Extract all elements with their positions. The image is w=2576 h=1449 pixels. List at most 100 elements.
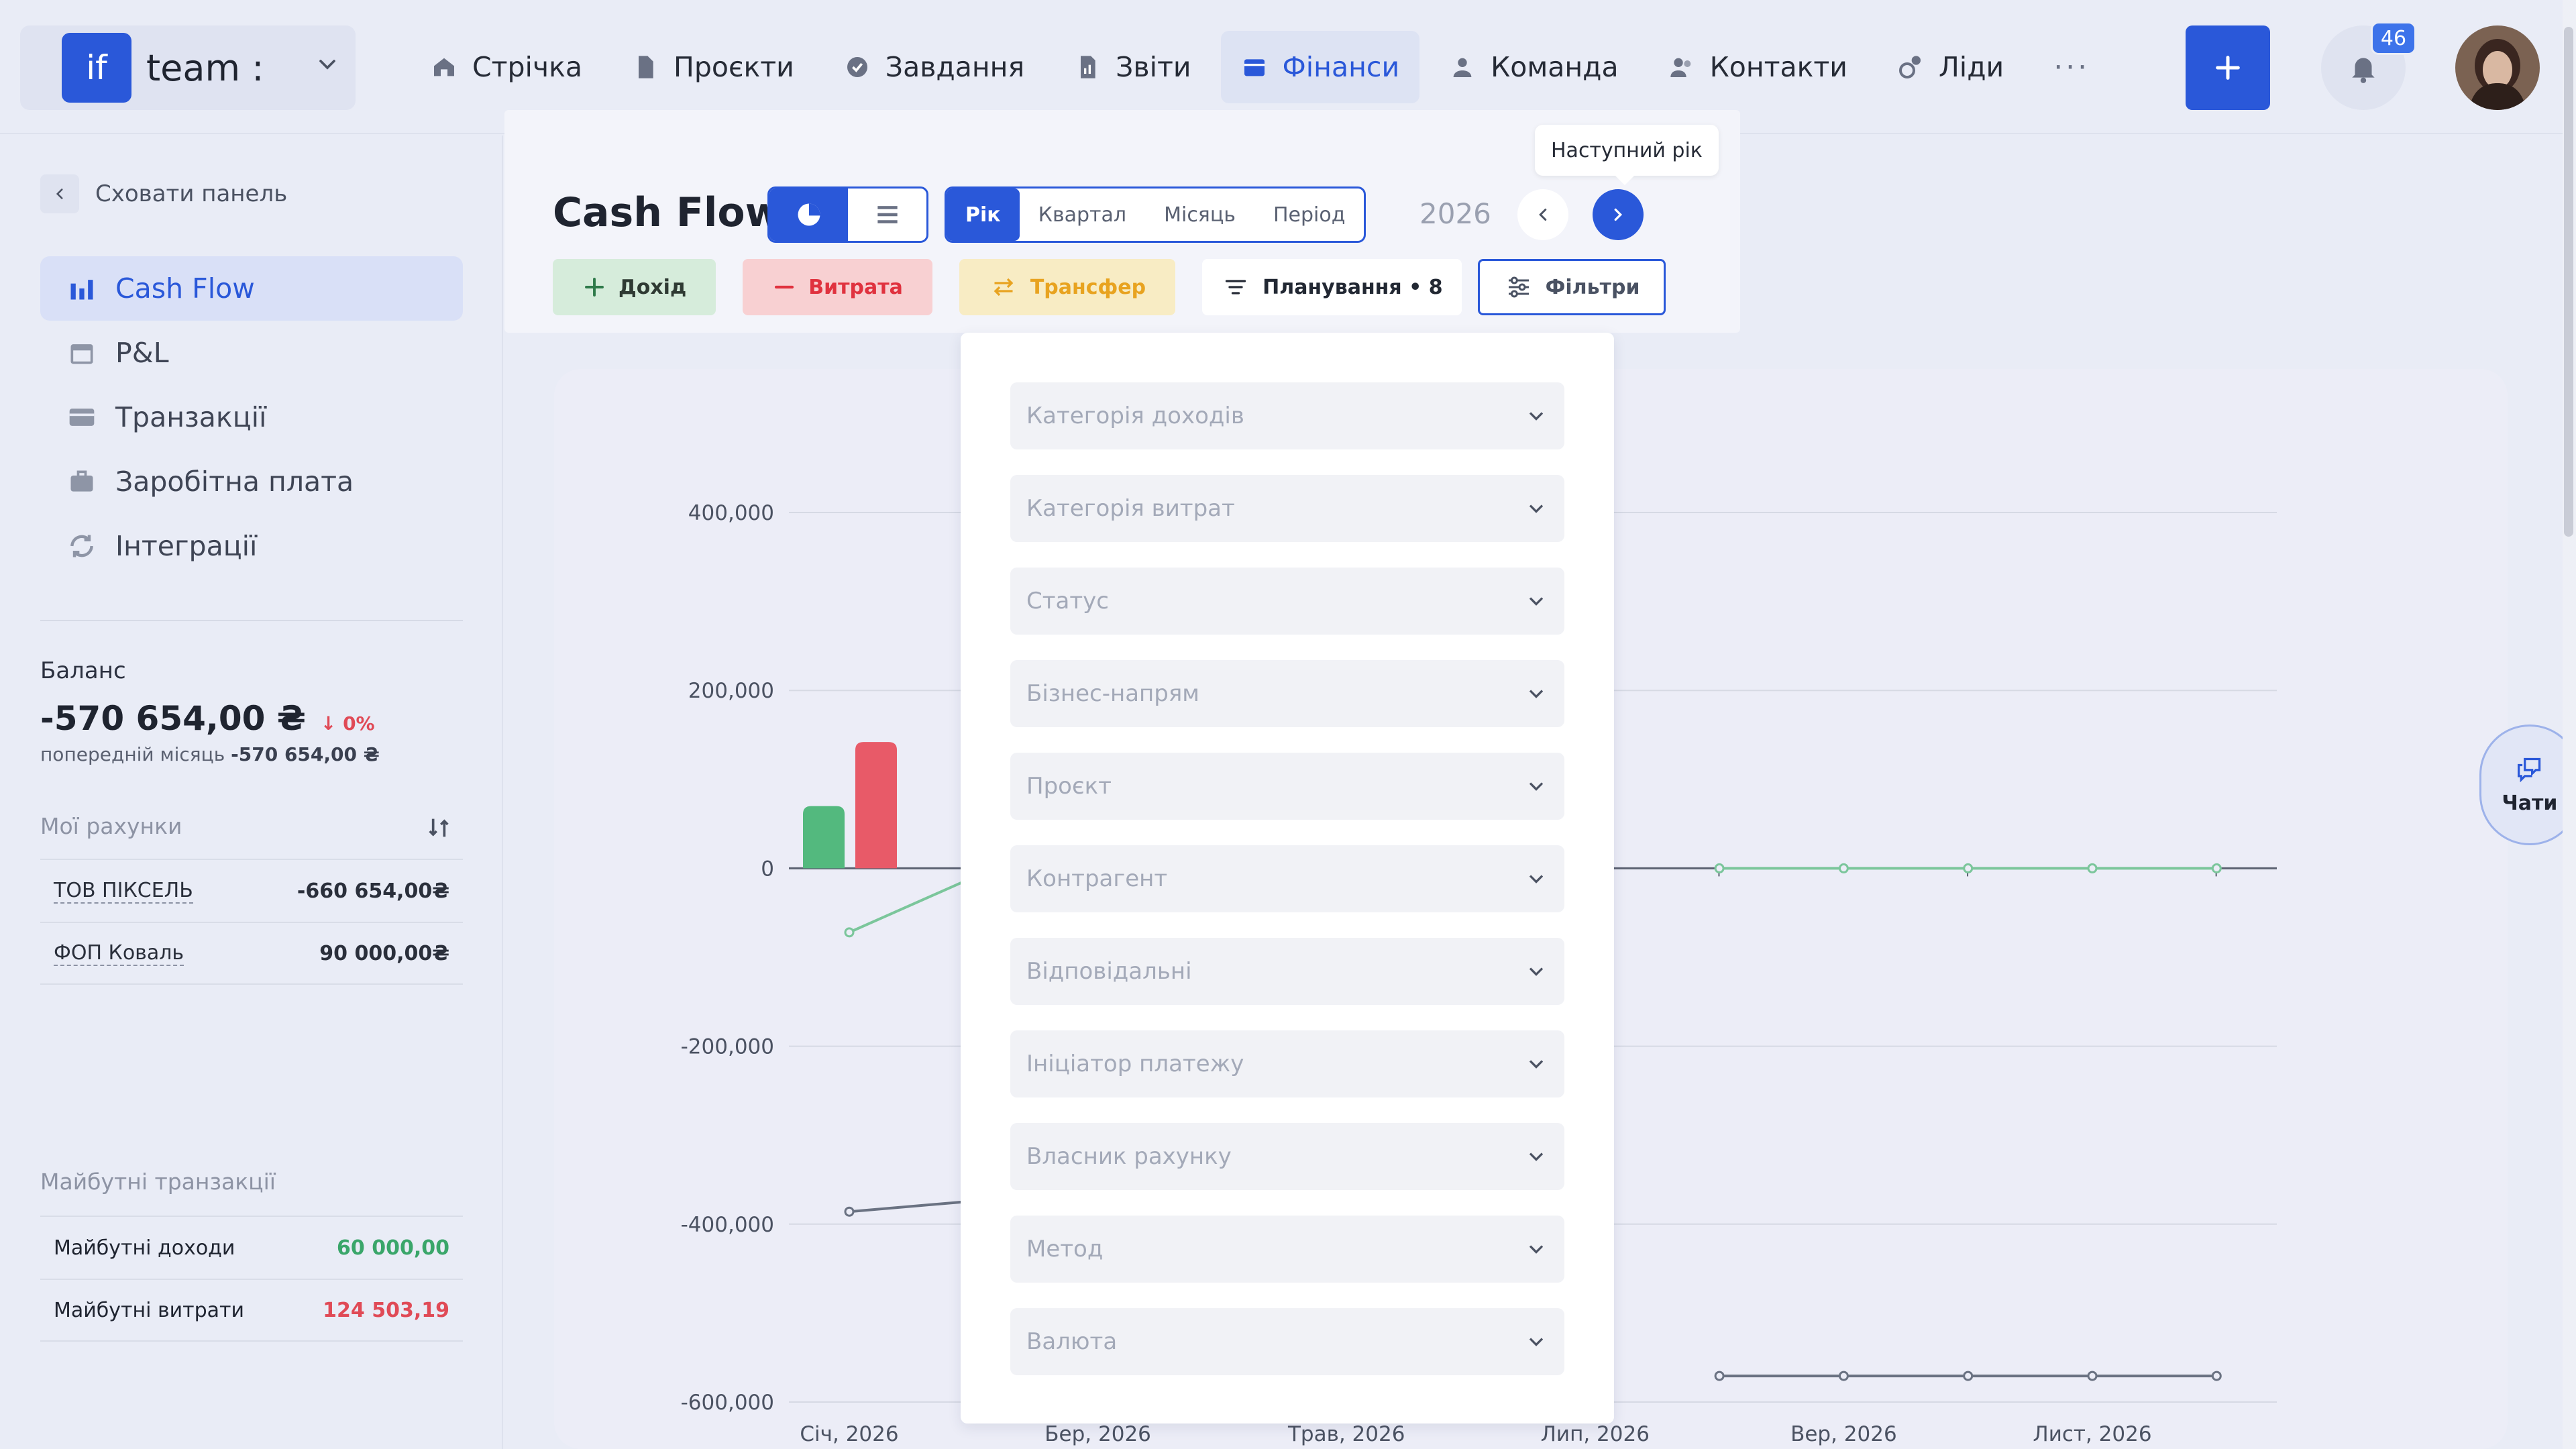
filter-currency[interactable]: Валюта — [1010, 1308, 1564, 1375]
planning-button[interactable]: Планування • 8 — [1202, 259, 1462, 315]
list-item[interactable]: ФОП Коваль 90 000,00₴ — [40, 922, 463, 985]
balance-title: Баланс — [40, 657, 126, 684]
period-selector: Рік Квартал Місяць Період — [945, 186, 1366, 243]
chevron-down-icon — [1524, 404, 1548, 428]
chats-label: Чати — [2502, 791, 2558, 815]
leads-icon — [1897, 54, 1939, 80]
previous-year-button[interactable] — [1517, 189, 1568, 240]
filters-label: Фільтри — [1545, 275, 1640, 299]
period-quarter-button[interactable]: Квартал — [1020, 189, 1145, 241]
list-item[interactable]: ТОВ ПІКСЕЛЬ -660 654,00₴ — [40, 859, 463, 922]
nav-item-contacts[interactable]: Контакти — [1648, 31, 1868, 103]
minus-icon — [772, 275, 808, 299]
filters-button[interactable]: Фільтри — [1477, 259, 1666, 315]
team-switcher[interactable]: if team : — [20, 25, 356, 110]
nav-item-feed[interactable]: Стрічка — [411, 31, 602, 103]
y-tick-label: 200,000 — [688, 679, 774, 703]
period-month-button[interactable]: Місяць — [1145, 189, 1254, 241]
filter-business-direction[interactable]: Бізнес-напрям — [1010, 660, 1564, 727]
add-income-button[interactable]: Дохід — [553, 259, 716, 315]
notifications-badge: 46 — [2371, 21, 2416, 55]
sidebar-item-payroll[interactable]: Заробітна плата — [40, 449, 463, 514]
actions-bar: Дохід Витрата Трансфер Планування • 8 Фі… — [553, 259, 1693, 315]
filter-account-owner[interactable]: Власник рахунку — [1010, 1123, 1564, 1190]
filter-label: Статус — [1026, 588, 1110, 614]
y-tick-label: -200,000 — [681, 1035, 774, 1059]
chevron-down-icon — [314, 51, 341, 78]
user-icon — [1449, 54, 1491, 80]
filter-counterparty[interactable]: Контрагент — [1010, 845, 1564, 912]
list-view-button[interactable] — [848, 189, 926, 241]
next-year-tooltip: Наступний рік — [1535, 125, 1719, 185]
sidebar-menu: Cash Flow P&L Транзакції Заробітна плата… — [40, 256, 463, 578]
account-name[interactable]: ФОП Коваль — [54, 941, 184, 966]
y-tick-label: 0 — [761, 857, 774, 881]
add-transfer-button[interactable]: Трансфер — [959, 259, 1176, 315]
next-year-button[interactable] — [1593, 189, 1644, 240]
sidebar: Сховати панель Cash Flow P&L Транзакції … — [0, 136, 503, 1449]
account-name[interactable]: ТОВ ПІКСЕЛЬ — [54, 879, 193, 904]
filter-expense-category[interactable]: Категорія витрат — [1010, 475, 1564, 542]
chevron-down-icon — [1524, 1237, 1548, 1261]
x-tick-label: Вер, 2026 — [1790, 1422, 1897, 1446]
pie-chart-icon — [794, 200, 824, 229]
filter-lines-icon — [1221, 275, 1263, 299]
add-expense-label: Витрата — [808, 275, 903, 299]
sidebar-item-cash-flow[interactable]: Cash Flow — [40, 256, 463, 321]
nav-item-label: Контакти — [1709, 51, 1847, 83]
chats-button[interactable]: Чати — [2479, 724, 2576, 845]
account-value: 90 000,00₴ — [319, 941, 449, 965]
future-transactions-title: Майбутні транзакції — [40, 1169, 276, 1195]
future-label: Майбутні витрати — [54, 1298, 245, 1322]
nav-item-reports[interactable]: Звіти — [1054, 31, 1211, 103]
sidebar-item-pnl[interactable]: P&L — [40, 321, 463, 385]
filter-method[interactable]: Метод — [1010, 1216, 1564, 1283]
view-toggle — [767, 186, 928, 243]
chevron-left-icon — [40, 174, 79, 213]
scrollbar-thumb[interactable] — [2564, 27, 2573, 537]
data-point — [1838, 863, 1849, 873]
filters-dropdown: Категорія доходів Категорія витрат Стату… — [961, 333, 1614, 1424]
sidebar-item-label: Cash Flow — [115, 272, 255, 305]
hide-panel-button[interactable]: Сховати панель — [40, 174, 287, 213]
balance-previous-label: попередній місяць — [40, 743, 225, 765]
plus-icon — [2212, 52, 2243, 83]
filter-project[interactable]: Проєкт — [1010, 753, 1564, 820]
nav-item-finance[interactable]: Фінанси — [1220, 31, 1420, 103]
create-button[interactable] — [2186, 25, 2270, 110]
filter-status[interactable]: Статус — [1010, 568, 1564, 635]
balance-row: -570 654,00 ₴ ↓ 0% — [40, 699, 375, 738]
period-custom-button[interactable]: Період — [1254, 189, 1364, 241]
report-icon — [1074, 54, 1116, 80]
more-menu-button[interactable]: ··· — [2033, 31, 2110, 103]
filter-label: Бізнес-напрям — [1026, 680, 1199, 707]
period-year-button[interactable]: Рік — [947, 189, 1020, 241]
filter-responsible[interactable]: Відповідальні — [1010, 938, 1564, 1005]
plus-icon — [582, 275, 619, 299]
avatar[interactable] — [2455, 25, 2540, 110]
data-point — [1714, 1371, 1725, 1381]
add-transfer-label: Трансфер — [1030, 275, 1146, 299]
nav-item-label: Завдання — [885, 51, 1025, 83]
filter-label: Категорія доходів — [1026, 402, 1244, 429]
series-line — [849, 1199, 974, 1214]
add-expense-button[interactable]: Витрата — [743, 259, 932, 315]
sort-icon[interactable] — [425, 814, 452, 841]
hide-panel-label: Сховати панель — [95, 180, 288, 207]
filter-income-category[interactable]: Категорія доходів — [1010, 382, 1564, 449]
nav-item-projects[interactable]: Проєкти — [612, 31, 814, 103]
chevron-left-icon — [1533, 205, 1553, 225]
data-point — [1963, 863, 1974, 873]
nav-item-label: Звіти — [1116, 51, 1191, 83]
sidebar-item-integrations[interactable]: Інтеграції — [40, 514, 463, 578]
sliders-icon — [1504, 274, 1546, 301]
chart-view-button[interactable] — [769, 189, 848, 241]
nav-item-tasks[interactable]: Завдання — [824, 31, 1044, 103]
nav-item-label: Фінанси — [1282, 51, 1400, 83]
filter-payment-initiator[interactable]: Ініціатор платежу — [1010, 1030, 1564, 1097]
sidebar-item-transactions[interactable]: Транзакції — [40, 385, 463, 449]
balance-previous: попередній місяць -570 654,00 ₴ — [40, 743, 380, 765]
y-tick-label: -400,000 — [681, 1213, 774, 1237]
nav-item-leads[interactable]: Ліди — [1877, 31, 2024, 103]
nav-item-team[interactable]: Команда — [1429, 31, 1639, 103]
